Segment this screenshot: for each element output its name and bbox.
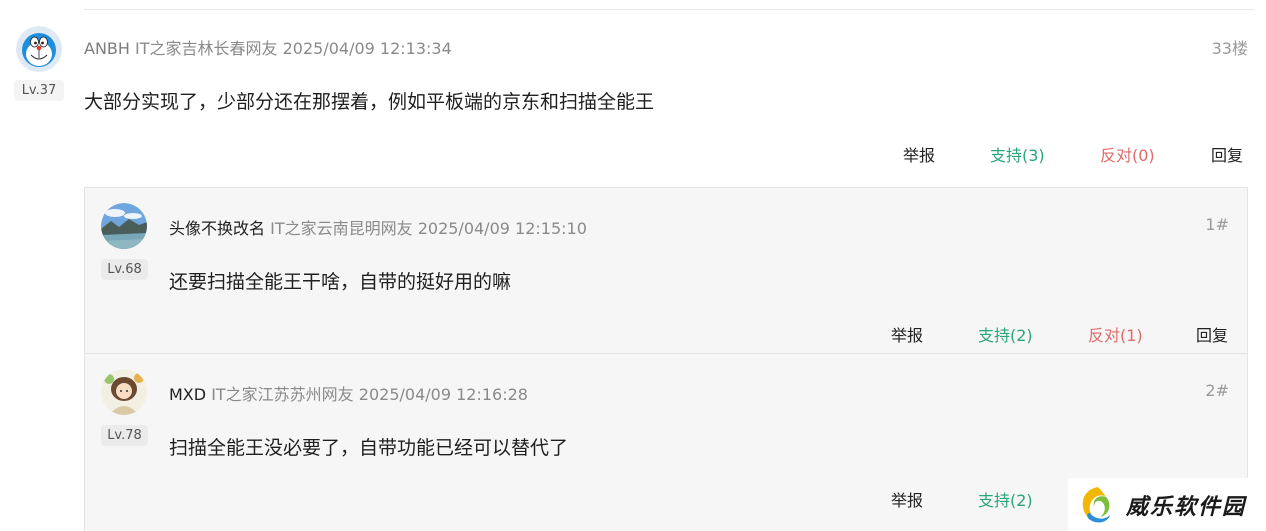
username[interactable]: 头像不换改名 [169, 219, 265, 238]
doraemon-avatar-icon[interactable] [16, 26, 62, 72]
oppose-button[interactable]: 反对(1) [1088, 322, 1143, 346]
reply-floor-number: 2# [1205, 381, 1229, 400]
user-level-badge: Lv.78 [101, 425, 148, 446]
oppose-button[interactable]: 反对(0) [1100, 142, 1155, 166]
user-level-badge: Lv.68 [101, 259, 148, 280]
floor-number: 33楼 [1211, 39, 1248, 58]
user-level-badge: Lv.37 [14, 80, 64, 101]
reply-timestamp: 2025/04/09 12:15:10 [417, 219, 587, 238]
landscape-avatar-icon[interactable] [101, 203, 147, 249]
watermark: 威乐软件园 [1068, 478, 1266, 531]
swirl-logo-icon [1082, 486, 1110, 522]
comment-text: 大部分实现了，少部分还在那摆着，例如平板端的京东和扫描全能王 [84, 91, 655, 113]
report-button[interactable]: 举报 [903, 142, 935, 166]
girl-avatar-icon[interactable] [101, 369, 147, 415]
reply-button[interactable]: 回复 [1211, 142, 1243, 166]
report-button[interactable]: 举报 [891, 322, 923, 346]
comment-timestamp: 2025/04/09 12:13:34 [282, 39, 452, 58]
reply-meta: MXD IT之家江苏苏州网友 2025/04/09 12:16:28 [169, 381, 528, 405]
user-location: IT之家吉林长春网友 [135, 39, 278, 58]
comment-meta: ANBH IT之家吉林长春网友 2025/04/09 12:13:34 [84, 35, 452, 59]
report-button[interactable]: 举报 [891, 487, 923, 511]
user-location: IT之家云南昆明网友 [270, 219, 413, 238]
username[interactable]: ANBH [84, 39, 130, 58]
reply-text: 扫描全能王没必要了，自带功能已经可以替代了 [169, 437, 569, 459]
reply-timestamp: 2025/04/09 12:16:28 [358, 385, 528, 404]
username[interactable]: MXD [169, 385, 206, 404]
support-button[interactable]: 支持(2) [978, 487, 1033, 511]
support-button[interactable]: 支持(3) [990, 142, 1045, 166]
top-divider [84, 9, 1254, 10]
user-location: IT之家江苏苏州网友 [211, 385, 354, 404]
reply-meta: 头像不换改名 IT之家云南昆明网友 2025/04/09 12:15:10 [169, 215, 587, 239]
reply-text: 还要扫描全能王干啥，自带的挺好用的嘛 [169, 271, 512, 293]
reply-button[interactable]: 回复 [1196, 322, 1228, 346]
support-button[interactable]: 支持(2) [978, 322, 1033, 346]
reply-item: Lv.68 头像不换改名 IT之家云南昆明网友 2025/04/09 12:15… [85, 188, 1247, 353]
watermark-text: 威乐软件园 [1126, 493, 1247, 520]
reply-floor-number: 1# [1205, 215, 1229, 234]
